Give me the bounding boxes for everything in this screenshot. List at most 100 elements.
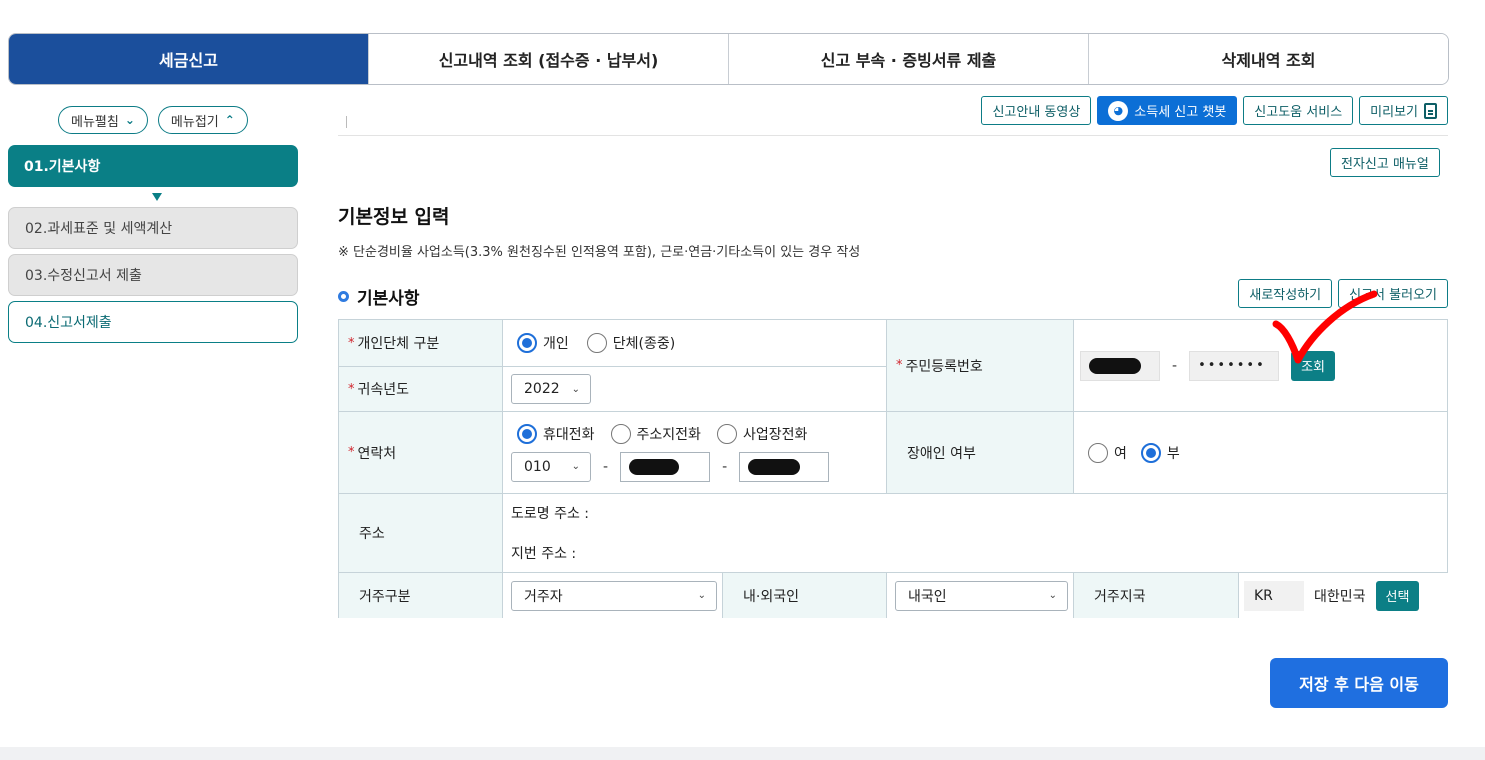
phone-radio-business[interactable]: 사업장전화 — [716, 423, 808, 444]
tab-filing-history[interactable]: 신고내역 조회 (접수증 · 납부서) — [368, 34, 728, 84]
radio-checked-icon — [1140, 442, 1161, 463]
disabled-radio-yes[interactable]: 여 — [1088, 442, 1127, 463]
sidebar-step-tax-calc[interactable]: 02.과세표준 및 세액계산 — [8, 207, 298, 249]
disabled-opt-label: 여 — [1114, 445, 1127, 462]
country-select-button[interactable]: 선택 — [1375, 580, 1420, 611]
sidebar-step-amendment[interactable]: 03.수정신고서 제출 — [8, 254, 298, 296]
road-address: 도로명 주소 : — [511, 506, 590, 522]
phone-opt-label: 휴대전화 — [543, 426, 595, 443]
country-code-input[interactable]: KR — [1244, 580, 1304, 611]
tab-attachments[interactable]: 신고 부속 · 증빙서류 제출 — [728, 34, 1088, 84]
required-mark: * — [348, 381, 355, 397]
save-next-button[interactable]: 저장 후 다음 이동 — [1270, 658, 1448, 708]
preview-button[interactable]: 미리보기 — [1359, 96, 1448, 125]
help-service-button[interactable]: 신고도움 서비스 — [1243, 96, 1354, 125]
phone-opt-label: 사업장전화 — [742, 426, 808, 443]
required-mark: * — [348, 445, 355, 460]
contact-field: 휴대전화 주소지전화 사업장전화 010 ⌄ - - — [503, 412, 887, 494]
phone-inputs: 010 ⌄ - - — [511, 451, 830, 482]
year-label-text: 귀속년도 — [357, 382, 410, 398]
type-opt-label: 단체(종중) — [612, 336, 676, 352]
guide-video-button[interactable]: 신고안내 동영상 — [981, 96, 1092, 125]
top-tabs: 세금신고 신고내역 조회 (접수증 · 납부서) 신고 부속 · 증빙서류 제출… — [8, 33, 1449, 85]
disabled-opt-label: 부 — [1166, 445, 1180, 462]
contact-label-text: 연락처 — [357, 445, 397, 462]
menu-collapse-label: 메뉴접기 — [170, 114, 219, 130]
radio-unchecked-icon — [1088, 442, 1108, 463]
toolbar: 신고안내 동영상 ◕ 소득세 신고 챗봇 신고도움 서비스 미리보기 — [981, 96, 1448, 125]
nationality-select[interactable]: 내국인 ⌄ — [895, 580, 1068, 611]
type-radio-individual[interactable]: 개인 — [517, 333, 569, 353]
menu-collapse-button[interactable]: 메뉴접기 ⌃ — [157, 106, 248, 134]
redacted-mark — [629, 458, 680, 475]
rrn-front-input[interactable] — [1080, 350, 1160, 381]
phone-middle-input[interactable] — [620, 451, 711, 482]
disabled-radio-no[interactable]: 부 — [1140, 442, 1180, 463]
year-select[interactable]: 2022 ⌄ — [511, 374, 591, 404]
chevron-up-icon: ⌃ — [224, 113, 235, 127]
year-field: 2022 ⌄ — [503, 367, 887, 412]
new-write-button[interactable]: 새로작성하기 — [1238, 279, 1333, 308]
menu-expand-button[interactable]: 메뉴펼침 ⌄ — [58, 106, 148, 134]
phone-opt-label: 주소지전화 — [636, 426, 701, 443]
phone-radio-home[interactable]: 주소지전화 — [610, 423, 701, 444]
phone-last-input[interactable] — [739, 451, 830, 482]
rrn-lookup-button[interactable]: 조회 — [1291, 350, 1335, 381]
country-name: 대한민국 — [1314, 588, 1366, 605]
type-label: * 개인단체 구분 — [339, 320, 503, 367]
year-label: * 귀속년도 — [339, 367, 503, 412]
divider-tick — [346, 116, 347, 128]
section-title: 기본사항 — [338, 284, 420, 309]
contact-label: * 연락처 — [339, 412, 503, 494]
type-label-text: 개인단체 구분 — [357, 336, 440, 352]
load-return-button[interactable]: 신고서 불러오기 — [1338, 279, 1448, 308]
tab-deleted-history[interactable]: 삭제내역 조회 — [1088, 34, 1448, 84]
type-radio-group[interactable]: 단체(종중) — [586, 333, 676, 353]
phone-separator: - — [603, 458, 609, 475]
chatbot-button[interactable]: ◕ 소득세 신고 챗봇 — [1097, 96, 1238, 125]
redacted-mark — [748, 458, 801, 475]
year-select-value: 2022 — [524, 381, 560, 397]
page-note: ※ 단순경비율 사업소득(3.3% 원천징수된 인적용역 포함), 근로·연금·… — [338, 245, 861, 260]
section-actions: 새로작성하기 신고서 불러오기 — [1238, 279, 1448, 308]
residency-label: 거주구분 — [339, 573, 503, 618]
disabled-label: 장애인 여부 — [887, 412, 1074, 494]
chatbot-label: 소득세 신고 챗봇 — [1134, 105, 1227, 120]
radio-unchecked-icon — [716, 423, 737, 444]
redacted-mark — [1089, 357, 1141, 374]
phone-radio-mobile[interactable]: 휴대전화 — [517, 423, 595, 444]
chevron-down-icon: ⌄ — [571, 461, 580, 472]
chevron-down-icon: ⌄ — [571, 383, 580, 395]
rrn-masked-value: ••••••• — [1198, 358, 1266, 373]
lot-address: 지번 주소 : — [511, 546, 577, 562]
manual-button[interactable]: 전자신고 매뉴얼 — [1330, 148, 1440, 177]
chevron-down-icon: ⌄ — [1048, 590, 1057, 601]
nationality-label: 내·외국인 — [723, 573, 887, 618]
sidebar-step-basic-info[interactable]: 01.기본사항 — [8, 145, 298, 187]
page-title: 기본정보 입력 — [338, 206, 450, 228]
basic-info-form: * 개인단체 구분 개인 단체(종중) * 귀속년도 2022 ⌄ * 주민등록번호 … — [338, 319, 1448, 618]
menu-toggle-group: 메뉴펼침 ⌄ 메뉴접기 ⌃ — [58, 106, 248, 134]
address-field: 도로명 주소 : 지번 주소 : — [503, 494, 1448, 573]
residency-select[interactable]: 거주자 ⌄ — [511, 580, 717, 611]
rrn-field: - ••••••• 조회 — [1074, 320, 1448, 412]
radio-checked-icon — [517, 333, 537, 353]
residency-select-value: 거주자 — [524, 588, 563, 605]
chevron-down-icon: ⌄ — [697, 590, 706, 601]
footer-band — [0, 747, 1485, 760]
document-icon — [1424, 102, 1437, 119]
address-label: 주소 — [339, 494, 503, 573]
toolbar-divider — [338, 135, 1448, 136]
disabled-field: 여 부 — [1074, 412, 1448, 494]
type-opt-label: 개인 — [543, 336, 569, 352]
tab-tax-filing[interactable]: 세금신고 — [9, 34, 368, 84]
rrn-back-input[interactable]: ••••••• — [1189, 350, 1280, 381]
nationality-select-value: 내국인 — [908, 588, 947, 605]
phone-prefix-select[interactable]: 010 ⌄ — [511, 451, 591, 482]
type-field: 개인 단체(종중) — [503, 320, 887, 367]
menu-expand-label: 메뉴펼침 — [71, 114, 119, 130]
rrn-label: * 주민등록번호 — [887, 320, 1074, 412]
nationality-field: 내국인 ⌄ — [887, 573, 1074, 618]
sidebar-step-submit[interactable]: 04.신고서제출 — [8, 301, 298, 343]
rrn-label-text: 주민등록번호 — [905, 358, 983, 375]
